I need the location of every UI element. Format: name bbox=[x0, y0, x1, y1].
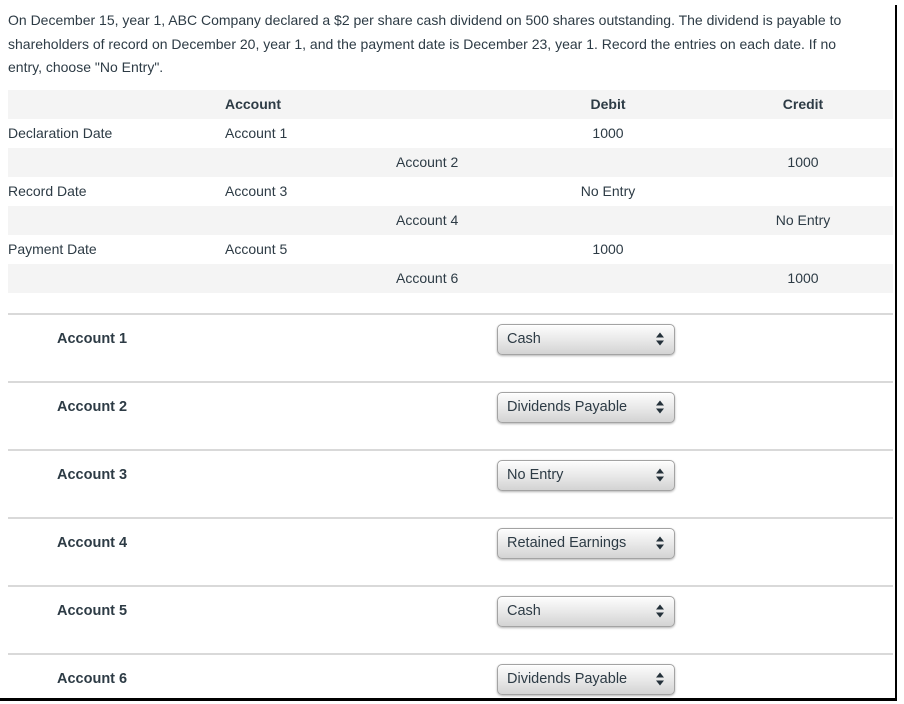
account-cell bbox=[225, 206, 396, 235]
credit-column-header: Credit bbox=[782, 96, 824, 112]
account-6-select[interactable]: Dividends Payable bbox=[497, 663, 675, 695]
account-2-select[interactable]: Dividends Payable bbox=[497, 391, 675, 423]
answer-label-account-3: Account 3 bbox=[57, 466, 128, 483]
journal-row-declaration-credit: Account 2 1000 bbox=[8, 147, 893, 177]
date-cell bbox=[8, 148, 225, 177]
credit-cell: No Entry bbox=[775, 212, 831, 228]
account-cell bbox=[396, 235, 503, 264]
question-text: On December 15, year 1, ABC Company decl… bbox=[8, 12, 842, 75]
journal-row-declaration-debit: Declaration Date Account 1 1000 bbox=[8, 119, 893, 148]
window-frame-right-border bbox=[895, 5, 897, 701]
answer-label-account-2: Account 2 bbox=[57, 398, 128, 415]
account-1-select[interactable]: Cash bbox=[497, 323, 675, 355]
account-cell bbox=[396, 119, 503, 148]
window-frame-bottom-border bbox=[0, 698, 897, 701]
credit-cell bbox=[713, 235, 893, 264]
answer-row-account-1: Account 1 Cash bbox=[8, 312, 893, 381]
account-cell: Account 1 bbox=[225, 125, 288, 141]
quiz-question-panel: On December 15, year 1, ABC Company decl… bbox=[0, 0, 904, 704]
date-cell: Declaration Date bbox=[8, 125, 113, 141]
debit-cell bbox=[503, 148, 713, 177]
answer-label-account-4: Account 4 bbox=[57, 534, 128, 551]
table-header-row: Account Debit Credit bbox=[8, 89, 893, 119]
journal-entry-table: Account Debit Credit Declaration Date Ac… bbox=[8, 89, 893, 293]
journal-row-record-debit: Record Date Account 3 No Entry bbox=[8, 177, 893, 206]
answer-row-account-3: Account 3 No Entry bbox=[8, 448, 893, 517]
account-cell: Account 4 bbox=[396, 212, 459, 228]
answer-dropdown-section: Account 1 Cash Account 2 Dividends Payab… bbox=[8, 312, 893, 704]
account-cell: Account 6 bbox=[396, 270, 459, 286]
date-cell bbox=[8, 264, 225, 293]
account-cell bbox=[225, 264, 396, 293]
credit-cell bbox=[713, 119, 893, 148]
debit-cell bbox=[503, 206, 713, 235]
answer-label-account-5: Account 5 bbox=[57, 602, 128, 619]
account-cell: Account 2 bbox=[396, 154, 459, 170]
debit-column-header: Debit bbox=[590, 96, 626, 112]
credit-cell bbox=[713, 177, 893, 206]
credit-cell: 1000 bbox=[787, 154, 819, 170]
answer-row-account-4: Account 4 Retained Earnings bbox=[8, 516, 893, 585]
debit-cell: No Entry bbox=[580, 183, 636, 199]
account-4-select[interactable]: Retained Earnings bbox=[497, 527, 675, 559]
account-cell bbox=[396, 177, 503, 206]
answer-label-account-1: Account 1 bbox=[57, 330, 128, 347]
journal-row-payment-debit: Payment Date Account 5 1000 bbox=[8, 235, 893, 264]
account-cell: Account 5 bbox=[225, 241, 288, 257]
debit-cell: 1000 bbox=[592, 125, 624, 141]
account-3-select[interactable]: No Entry bbox=[497, 459, 675, 491]
debit-cell: 1000 bbox=[592, 241, 624, 257]
empty-header-cell bbox=[8, 90, 225, 119]
account-cell: Account 3 bbox=[225, 183, 288, 199]
account-5-select[interactable]: Cash bbox=[497, 595, 675, 627]
credit-cell: 1000 bbox=[787, 270, 819, 286]
date-cell: Payment Date bbox=[8, 241, 97, 257]
answer-row-account-5: Account 5 Cash bbox=[8, 584, 893, 653]
account-column-header: Account bbox=[225, 96, 281, 112]
answer-row-account-6: Account 6 Dividends Payable bbox=[8, 652, 893, 704]
date-cell: Record Date bbox=[8, 183, 87, 199]
journal-row-record-credit: Account 4 No Entry bbox=[8, 205, 893, 235]
answer-label-account-6: Account 6 bbox=[57, 670, 128, 687]
answer-row-account-2: Account 2 Dividends Payable bbox=[8, 380, 893, 449]
account-cell bbox=[225, 148, 396, 177]
journal-row-payment-credit: Account 6 1000 bbox=[8, 263, 893, 293]
debit-cell bbox=[503, 264, 713, 293]
empty-header-cell bbox=[396, 90, 503, 119]
date-cell bbox=[8, 206, 225, 235]
